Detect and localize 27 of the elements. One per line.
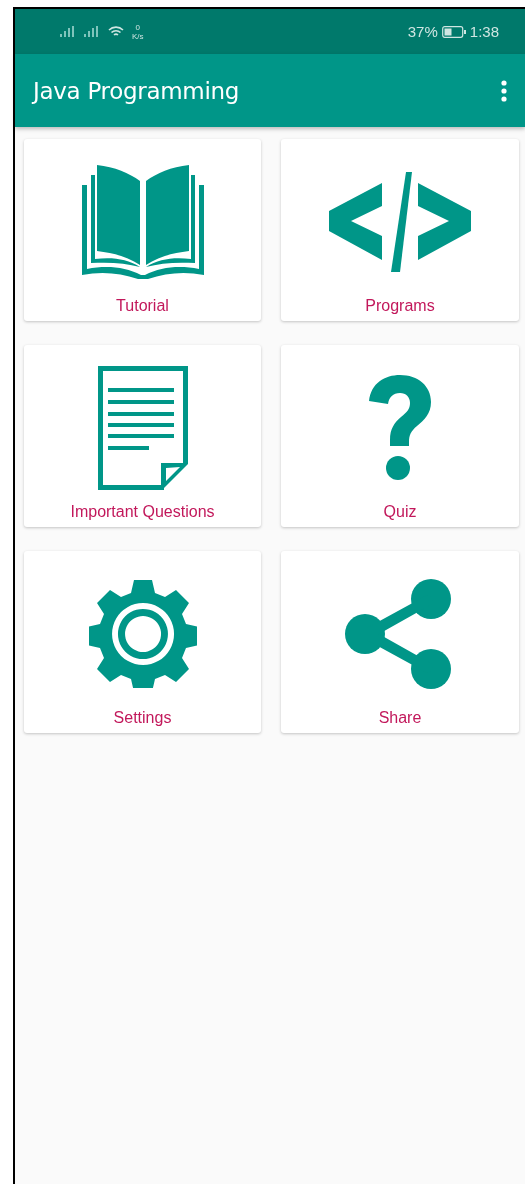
speed-unit: K/s <box>132 31 144 41</box>
gear-icon <box>88 579 197 688</box>
book-icon <box>81 164 204 279</box>
clock-time: 1:38 <box>469 23 499 40</box>
tile-label: Settings <box>113 708 172 728</box>
menu-tile[interactable]: Quiz <box>281 345 519 527</box>
tile-label: Tutorial <box>116 296 169 316</box>
battery-percent: 37% <box>407 23 438 40</box>
signal-icon <box>84 26 100 37</box>
signal-icon <box>60 26 76 37</box>
app-title: Java Programming <box>33 77 240 104</box>
menu-tile[interactable]: Share <box>281 551 519 733</box>
more-icon <box>501 79 507 102</box>
speed-value: 0 <box>135 22 140 32</box>
document-icon <box>97 365 188 490</box>
code-icon <box>329 171 471 272</box>
tile-label: Important Questions <box>70 502 215 522</box>
tile-label: Share <box>378 708 422 728</box>
battery-icon <box>441 25 466 38</box>
tile-label: Quiz <box>383 502 417 522</box>
wifi-icon <box>108 25 124 38</box>
menu-tile[interactable]: Tutorial <box>24 139 261 321</box>
question-mark-icon <box>369 374 431 481</box>
menu-tile[interactable]: Programs <box>281 139 519 321</box>
menu-tile[interactable]: Important Questions <box>24 345 261 527</box>
menu-tile[interactable]: Settings <box>24 551 261 733</box>
tile-label: Programs <box>365 296 435 316</box>
